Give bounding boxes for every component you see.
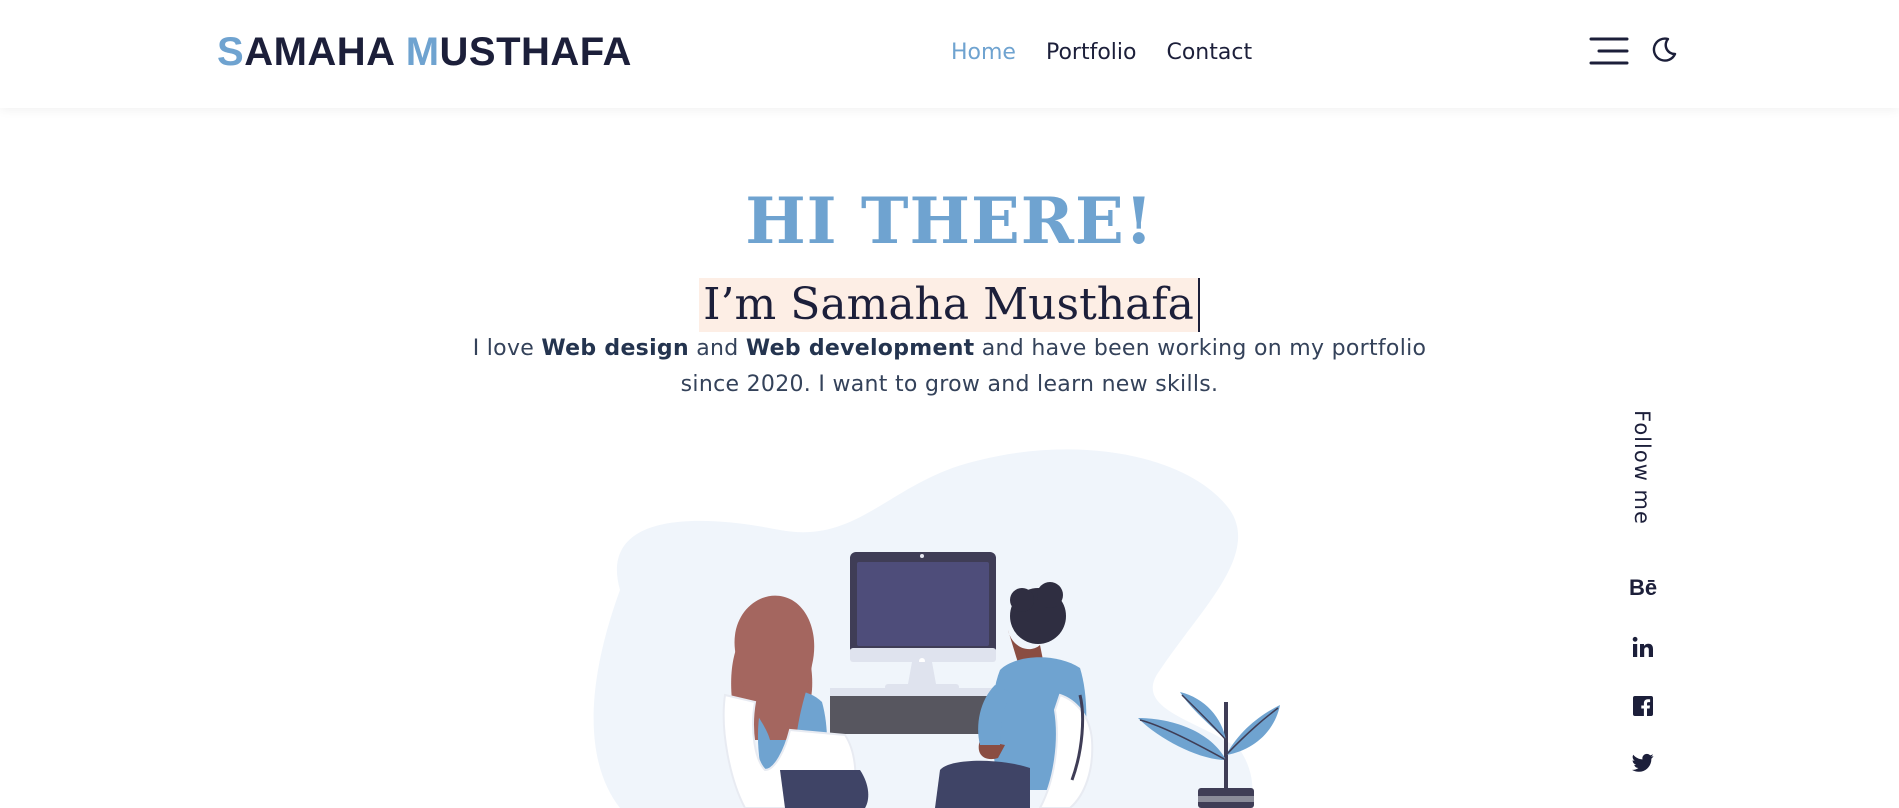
- logo-first-initial: S: [217, 30, 245, 74]
- nav-contact-link[interactable]: Contact: [1166, 38, 1252, 68]
- intro-text-2: and: [688, 336, 746, 361]
- hero-name: I’m Samaha Musthafa: [699, 278, 1200, 332]
- behance-icon[interactable]: Bē: [1626, 573, 1660, 603]
- site-header: SAMAHA MUSTHAFA Home Portfolio Contact: [0, 0, 1899, 108]
- facebook-icon[interactable]: [1626, 691, 1660, 721]
- logo-last-initial: M: [405, 30, 440, 74]
- behance-icon-text: Bē: [1628, 575, 1658, 600]
- hero-intro: I love Web design and Web development an…: [460, 331, 1439, 403]
- logo-first-rest: AMAHA: [244, 30, 406, 74]
- site-logo[interactable]: SAMAHA MUSTHAFA: [217, 26, 632, 78]
- intro-bold-web-development: Web development: [745, 336, 975, 361]
- linkedin-icon[interactable]: [1626, 632, 1660, 662]
- intro-bold-web-design: Web design: [541, 336, 689, 361]
- intro-text-1: I love: [472, 336, 542, 361]
- main-nav: Home Portfolio Contact: [951, 38, 1282, 68]
- logo-last-rest: USTHAFA: [439, 30, 632, 74]
- hero-greeting: HI THERE!: [745, 184, 1154, 259]
- hamburger-menu-icon[interactable]: [1589, 36, 1629, 66]
- hero-name-wrapper: I’m Samaha Musthafa: [0, 278, 1899, 332]
- nav-portfolio-link[interactable]: Portfolio: [1046, 38, 1137, 68]
- twitter-icon[interactable]: [1626, 748, 1660, 778]
- moon-icon[interactable]: [1649, 35, 1679, 65]
- follow-me-label: Follow me: [1630, 410, 1654, 525]
- nav-home-link[interactable]: Home: [951, 38, 1016, 68]
- hero-illustration: [593, 449, 1280, 808]
